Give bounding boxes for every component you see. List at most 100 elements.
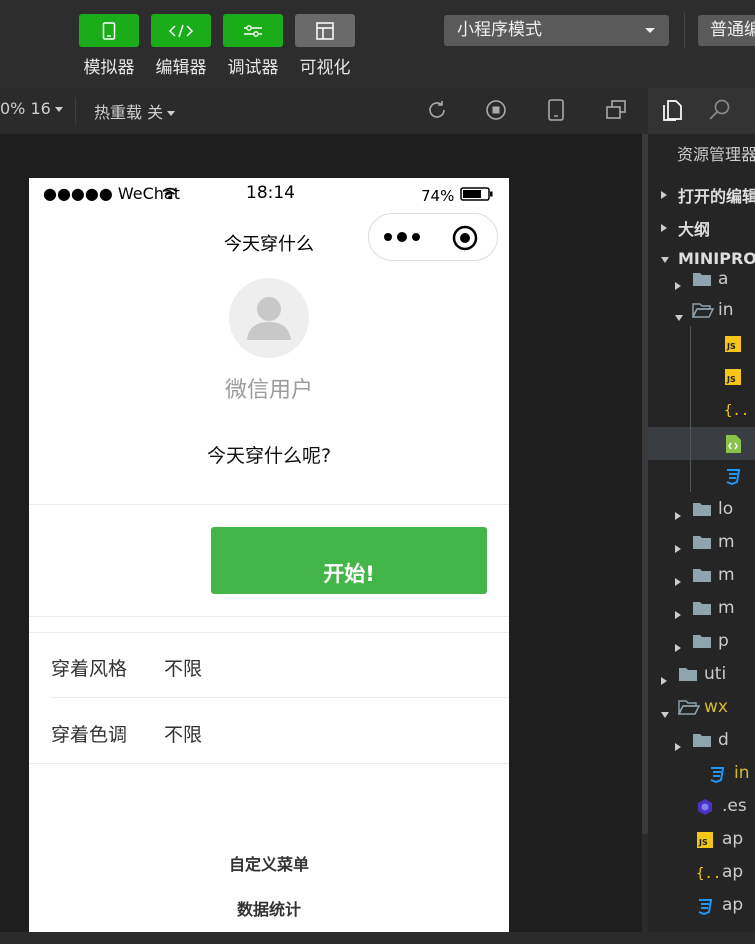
visual-button[interactable] <box>295 14 355 47</box>
chevron-right-icon <box>674 276 682 296</box>
tree-item[interactable] <box>648 460 755 493</box>
tree-item[interactable]: a <box>648 264 755 297</box>
chevron-right-icon <box>674 737 682 757</box>
custom-menu-link[interactable]: 自定义菜单 <box>29 851 509 875</box>
tree-item[interactable]: p <box>648 626 755 659</box>
tree-item-label: lo <box>718 499 734 519</box>
chevron-down-icon <box>54 107 63 112</box>
capsule-menu[interactable] <box>368 213 498 261</box>
more-icon[interactable] <box>383 231 421 243</box>
search-icon[interactable] <box>708 98 732 122</box>
tree-item[interactable]: .es <box>648 791 755 824</box>
tree-item[interactable]: uti <box>648 659 755 692</box>
outline-section[interactable]: 大纲 <box>648 211 755 244</box>
debugger-button[interactable] <box>223 14 283 47</box>
tree-item[interactable]: {..}ap <box>648 857 755 890</box>
tree-item[interactable]: in <box>648 758 755 791</box>
close-miniprogram-icon[interactable] <box>451 224 479 252</box>
svg-text:JS: JS <box>698 838 708 847</box>
folder-icon <box>692 501 712 522</box>
phone-screen: ●●●●● WeChat 18:14 74% 今天穿什么 微信用户 今天穿什么呢… <box>29 178 509 944</box>
visual-label: 可视化 <box>299 58 351 78</box>
folder-icon <box>692 600 712 621</box>
default-avatar-icon <box>247 297 291 340</box>
chevron-right-icon <box>660 671 668 691</box>
tree-item[interactable]: d <box>648 725 755 758</box>
tree-item[interactable]: m <box>648 593 755 626</box>
js-file-icon: JS <box>724 335 742 358</box>
code-icon <box>168 24 194 37</box>
section-label: 大纲 <box>678 220 711 239</box>
tree-item[interactable]: JS <box>648 328 755 361</box>
json-file-icon: {..} <box>724 401 755 424</box>
hot-reload-select[interactable]: 热重载 关 <box>94 99 176 123</box>
start-button-label: 开始! <box>323 562 375 586</box>
chevron-right-icon <box>674 539 682 559</box>
tree-item-label: a <box>718 269 729 289</box>
hot-reload-value: 热重载 关 <box>94 103 164 122</box>
tree-item[interactable]: JS <box>648 361 755 394</box>
avatar <box>229 278 309 358</box>
wifi-icon <box>162 187 178 200</box>
tree-item-label: in <box>718 300 734 320</box>
folder-icon <box>692 567 712 588</box>
simulator-label: 模拟器 <box>83 58 135 78</box>
chevron-right-icon <box>674 605 682 625</box>
json-file-icon: {..} <box>696 864 730 887</box>
tree-item[interactable]: ap <box>648 890 755 923</box>
open-editors-section[interactable]: 打开的编辑器 <box>648 178 755 211</box>
wxml-file-icon <box>724 434 742 459</box>
chevron-right-icon <box>661 191 667 199</box>
explorer-title: 资源管理器 <box>677 145 755 164</box>
tree-item[interactable]: {..} <box>648 394 755 427</box>
editor-label: 编辑器 <box>155 58 207 78</box>
tree-guide <box>690 326 691 492</box>
editor-button[interactable] <box>151 14 211 47</box>
chevron-right-icon <box>674 638 682 658</box>
style-label: 穿着风格 <box>51 658 128 680</box>
zoom-value: 0% 16 <box>0 99 51 118</box>
window-icon[interactable] <box>605 99 627 121</box>
compile-select[interactable]: 普通编译 <box>698 15 755 46</box>
mode-select-value: 小程序模式 <box>457 20 542 40</box>
folder-icon <box>692 534 712 555</box>
debug-icon <box>244 24 262 37</box>
files-icon[interactable] <box>661 98 683 122</box>
section-label: 打开的编辑器 <box>678 187 755 206</box>
tree-item[interactable] <box>648 427 755 460</box>
battery-percent: 74% <box>421 187 455 205</box>
tree-item-label: m <box>718 565 735 585</box>
stats-link[interactable]: 数据统计 <box>29 896 509 920</box>
tree-item[interactable]: JS ap <box>648 824 755 857</box>
tree-item[interactable]: m <box>648 527 755 560</box>
question-text: 今天穿什么呢? <box>206 445 332 467</box>
divider <box>29 763 509 764</box>
tree-item[interactable]: in <box>648 295 755 328</box>
tree-item[interactable]: m <box>648 560 755 593</box>
divider <box>51 697 509 698</box>
simulator-button[interactable] <box>79 14 139 47</box>
folder-open-icon <box>691 302 715 323</box>
tree-item[interactable]: wx <box>648 692 755 725</box>
tree-item-label: uti <box>704 664 727 684</box>
stop-icon[interactable] <box>485 99 507 121</box>
chevron-down-icon <box>645 28 655 33</box>
device-icon[interactable] <box>547 99 565 121</box>
folder-icon <box>692 732 712 753</box>
style-value[interactable]: 不限 <box>164 654 202 681</box>
top-toolbar: 模拟器 编辑器 调试器 可视化 小程序模式 普通编译 <box>0 0 755 89</box>
battery-icon <box>460 187 493 201</box>
start-button[interactable]: 开始! <box>211 527 487 594</box>
tree-item[interactable]: lo <box>648 494 755 527</box>
refresh-icon[interactable] <box>426 99 448 121</box>
zoom-select[interactable]: 0% 16 <box>0 99 63 118</box>
chevron-down-icon <box>661 257 669 263</box>
svg-text:JS: JS <box>726 342 736 351</box>
mode-select[interactable]: 小程序模式 <box>444 15 669 46</box>
chevron-down-icon <box>660 704 670 724</box>
tree-item-label: d <box>718 730 729 750</box>
folder-icon <box>678 666 698 687</box>
toolbar-divider <box>684 12 685 48</box>
wxss-file-icon <box>708 765 726 788</box>
color-value[interactable]: 不限 <box>164 720 202 747</box>
